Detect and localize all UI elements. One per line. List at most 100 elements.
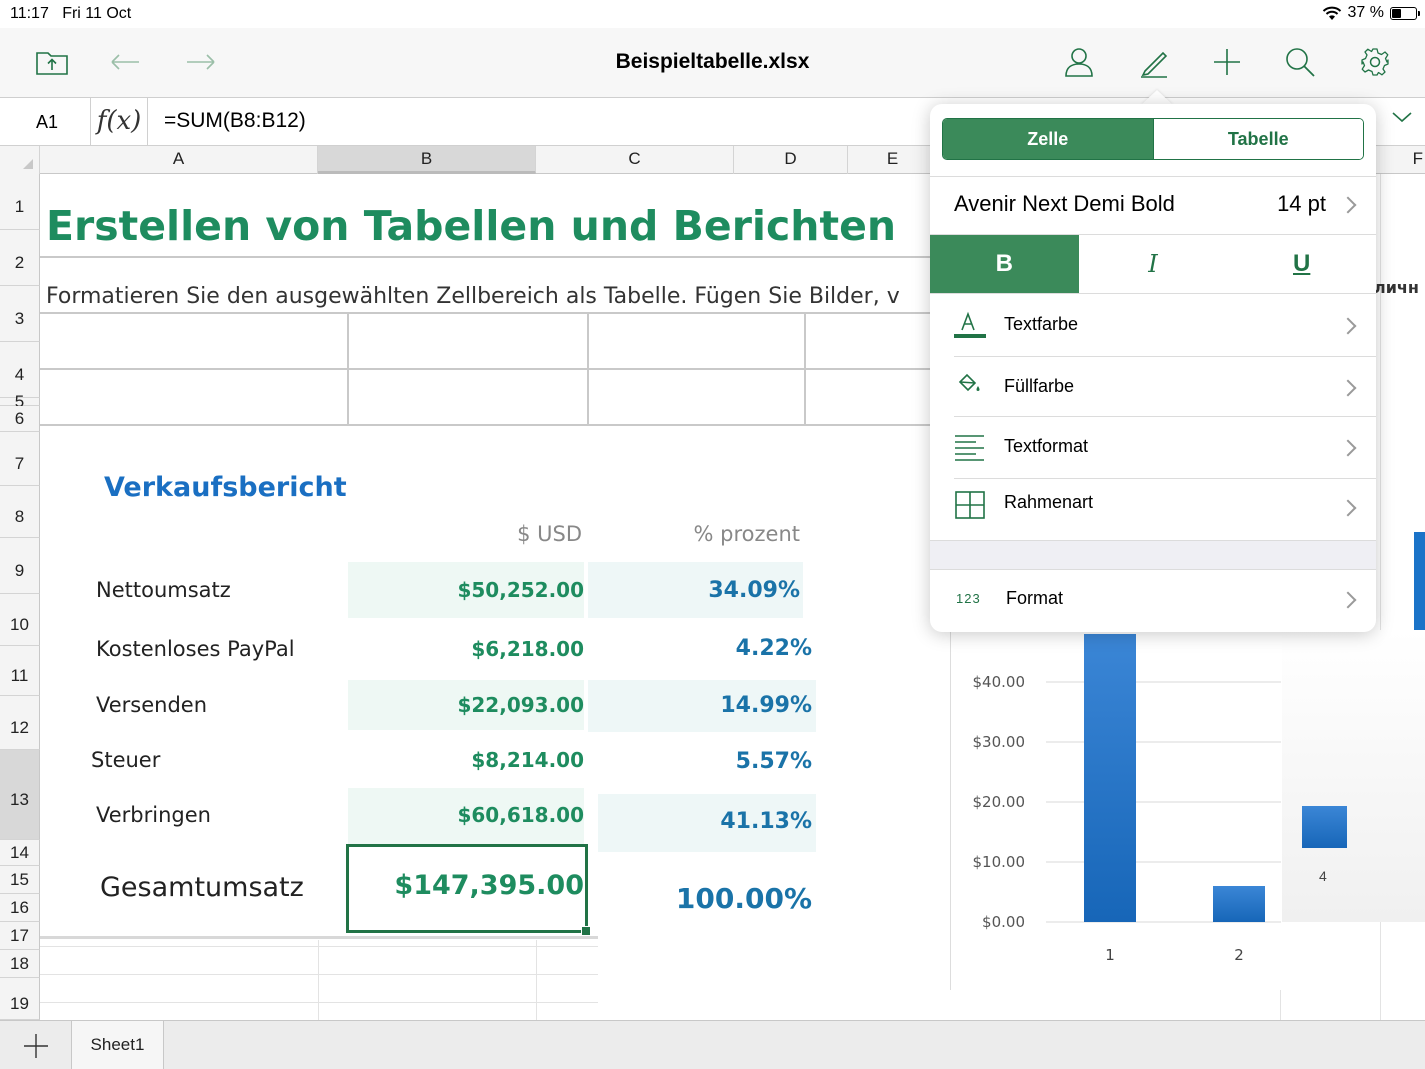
cell-reference[interactable]: A1: [0, 98, 90, 146]
row-header-8[interactable]: 8: [0, 486, 40, 538]
tab-zelle[interactable]: Zelle: [943, 119, 1153, 159]
sheet-tab[interactable]: Sheet1: [72, 1021, 164, 1069]
row-header-5[interactable]: 5: [0, 393, 40, 410]
column-header-f[interactable]: F: [1380, 146, 1425, 174]
menu-item-label: Füllfarbe: [1004, 376, 1075, 396]
share-people-button[interactable]: [1059, 42, 1099, 82]
search-button[interactable]: [1280, 42, 1320, 82]
row-usd: $60,618.00: [457, 803, 584, 827]
row-label: Kostenloses PayPal: [96, 637, 295, 661]
chart-x-label: 1: [1105, 946, 1115, 964]
menu-item-fuellfarbe[interactable]: Füllfarbe: [930, 358, 1376, 418]
edit-pen-button[interactable]: [1134, 42, 1174, 82]
row-header-17[interactable]: 17: [0, 922, 40, 950]
sheet-subtitle: Formatieren Sie den ausgewählten Zellber…: [46, 284, 900, 309]
sheet-title: Erstellen von Tabellen und Berichten: [46, 202, 897, 250]
menu-item-rahmenart[interactable]: Rahmenart: [930, 474, 1376, 534]
tab-tabelle[interactable]: Tabelle: [1152, 119, 1363, 159]
row-header-7[interactable]: 7: [0, 432, 40, 486]
font-row[interactable]: Avenir Next Demi Bold 14 pt: [930, 176, 1376, 234]
row-header-12[interactable]: 12: [0, 696, 40, 750]
row-header-15[interactable]: 15: [0, 866, 40, 894]
font-name: Avenir Next Demi Bold: [954, 191, 1175, 216]
row-header-16[interactable]: 16: [0, 894, 40, 922]
battery-fill: [1392, 8, 1401, 18]
chart-bar: [1213, 886, 1265, 922]
battery-percent: 37 %: [1347, 4, 1384, 21]
status-bar: 11:17 Fri 11 Oct 37 %: [0, 0, 1425, 28]
add-sheet-button[interactable]: [0, 1021, 72, 1069]
status-right: 37 %: [1322, 4, 1420, 22]
menu-item-format[interactable]: 123 Format: [930, 570, 1376, 630]
row-header-13[interactable]: 13: [0, 750, 40, 840]
row-pct: 14.99%: [720, 693, 812, 718]
percent-column-header: % prozent: [693, 522, 800, 546]
title-underline: [40, 256, 930, 258]
row-header-19[interactable]: 19: [0, 978, 40, 1020]
bar-chart-partial[interactable]: 4: [1282, 630, 1425, 922]
grid-hline: [40, 946, 598, 947]
vline-b: [347, 312, 349, 424]
status-time-date: 11:17 Fri 11 Oct: [10, 5, 131, 23]
row-header-14[interactable]: 14: [0, 840, 40, 866]
row-header-9[interactable]: 9: [0, 538, 40, 594]
sheet-tab-bar: Sheet1: [0, 1020, 1425, 1069]
row-pct: 4.22%: [735, 636, 812, 661]
border-style-icon: [955, 491, 985, 519]
format-popover: Zelle Tabelle Avenir Next Demi Bold 14 p…: [930, 104, 1376, 632]
column-header-a[interactable]: A: [40, 146, 318, 174]
row-header-18[interactable]: 18: [0, 950, 40, 978]
search-icon: [1286, 48, 1315, 77]
selected-cell[interactable]: [346, 844, 591, 936]
row-pct: 41.13%: [720, 809, 812, 834]
underline-button[interactable]: U: [1227, 235, 1376, 293]
chevron-right-icon: [1339, 439, 1357, 457]
menu-item-label: Rahmenart: [1004, 492, 1094, 512]
chevron-down-icon: [1392, 112, 1412, 123]
number-format-icon: 123: [956, 591, 981, 606]
row3-line: [40, 368, 930, 370]
expand-formula-button[interactable]: [1391, 110, 1413, 129]
formula-input[interactable]: =SUM(B8:B12): [164, 98, 306, 146]
row-header-6[interactable]: 6: [0, 406, 40, 432]
row-header-1[interactable]: 1: [0, 174, 40, 230]
chart-y-tick-label: $40.00: [973, 673, 1026, 691]
settings-button[interactable]: [1355, 42, 1395, 82]
truncated-cell-text: личн: [1374, 278, 1419, 297]
italic-button[interactable]: I: [1079, 235, 1228, 293]
row-pct: 34.09%: [708, 578, 800, 603]
row-usd: $6,218.00: [471, 637, 584, 661]
bold-button[interactable]: B: [930, 235, 1079, 293]
popover-arrow: [1141, 90, 1173, 105]
report-title: Verkaufsbericht: [104, 472, 347, 503]
row4-line: [40, 424, 930, 426]
row-header-2[interactable]: 2: [0, 230, 40, 286]
chevron-right-icon: [1339, 379, 1357, 397]
column-header-e[interactable]: E: [848, 146, 938, 174]
font-size: 14 pt: [1277, 191, 1326, 216]
row-header-4[interactable]: 4: [0, 342, 40, 398]
segment-control: Zelle Tabelle: [942, 118, 1364, 160]
grid-vline: [318, 940, 319, 1020]
grid-hline: [40, 974, 598, 975]
chart-svg: $40.00 $30.00 $20.00 $10.00 $0.00 1 2: [973, 634, 1281, 964]
row-header-11[interactable]: 11: [0, 646, 40, 696]
row-header-3[interactable]: 3: [0, 286, 40, 342]
section-gap: [930, 540, 1376, 570]
column-header-d[interactable]: D: [734, 146, 848, 174]
menu-item-label: Textfarbe: [1004, 314, 1079, 334]
insert-button[interactable]: [1207, 42, 1247, 82]
function-button[interactable]: f(x): [90, 98, 148, 146]
bar-chart[interactable]: $40.00 $30.00 $20.00 $10.00 $0.00 1 2: [950, 630, 1282, 990]
separator: [954, 416, 1376, 417]
menu-item-textfarbe[interactable]: Textfarbe: [930, 296, 1376, 356]
row-header-10[interactable]: 10: [0, 594, 40, 646]
column-header-b[interactable]: B: [318, 146, 536, 174]
row-label: Nettoumsatz: [96, 578, 231, 602]
row-label: Steuer: [91, 748, 161, 772]
total-label: Gesamtumsatz: [100, 872, 304, 903]
chart-x-label: 4: [1319, 868, 1327, 884]
menu-item-textformat[interactable]: Textformat: [930, 418, 1376, 478]
select-all-corner[interactable]: [0, 146, 40, 174]
column-header-c[interactable]: C: [536, 146, 734, 174]
